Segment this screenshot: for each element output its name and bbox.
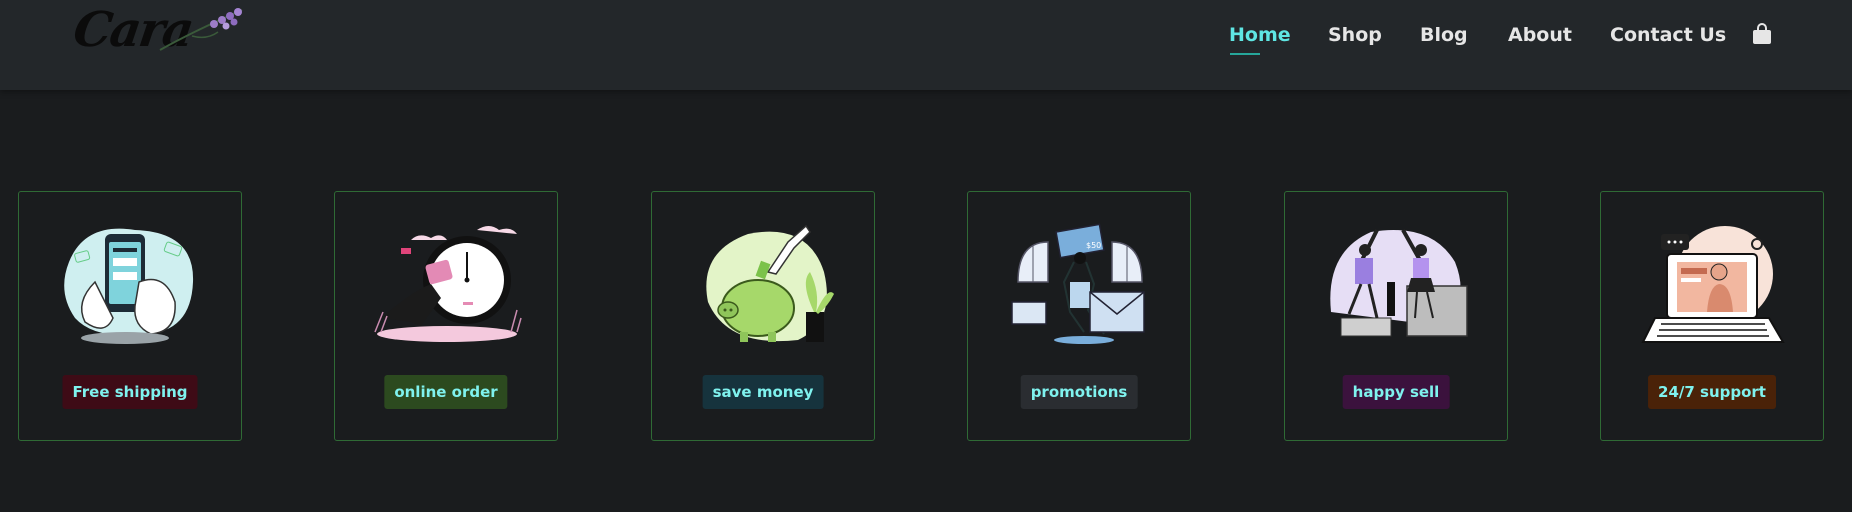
nav-blog[interactable]: Blog xyxy=(1420,24,1468,46)
feature-label: online order xyxy=(384,375,508,409)
feature-label: 24/7 support xyxy=(1648,375,1776,409)
nav-about[interactable]: About xyxy=(1508,24,1572,46)
nav-shop[interactable]: Shop xyxy=(1328,24,1382,46)
nav-active-underline xyxy=(1230,53,1260,55)
site-header: Cara Home Shop Blog About Contact Us xyxy=(0,0,1852,90)
feature-label: happy sell xyxy=(1342,375,1450,409)
feature-label: promotions xyxy=(1020,375,1138,409)
logo[interactable]: Cara xyxy=(70,2,243,60)
feature-label: save money xyxy=(702,375,824,409)
feature-card-happy-sell[interactable]: happy sell xyxy=(1284,191,1508,441)
shopping-bag-icon[interactable] xyxy=(1752,23,1772,45)
svg-text:$50: $50 xyxy=(1086,241,1101,250)
feature-card-online-order[interactable]: online order xyxy=(334,191,558,441)
gift-box-illustration: $50 xyxy=(1011,223,1145,344)
feature-card-24-7-support[interactable]: 24/7 support xyxy=(1600,191,1824,441)
high-five-illustration xyxy=(1330,229,1468,337)
nav-contact-us[interactable]: Contact Us xyxy=(1610,24,1726,46)
lavender-sprig-icon xyxy=(159,8,243,51)
feature-card-free-shipping[interactable]: Free shipping xyxy=(18,191,242,441)
feature-card-promotions[interactable]: $50 promotions xyxy=(967,191,1191,441)
laptop-support-illustration xyxy=(1641,226,1785,343)
mobile-payment-illustration xyxy=(64,228,194,344)
piggy-bank-illustration xyxy=(706,224,834,342)
nav-home[interactable]: Home xyxy=(1229,24,1291,46)
feature-label: Free shipping xyxy=(62,375,198,409)
feature-card-save-money[interactable]: save money xyxy=(651,191,875,441)
clock-runner-illustration xyxy=(374,226,522,342)
